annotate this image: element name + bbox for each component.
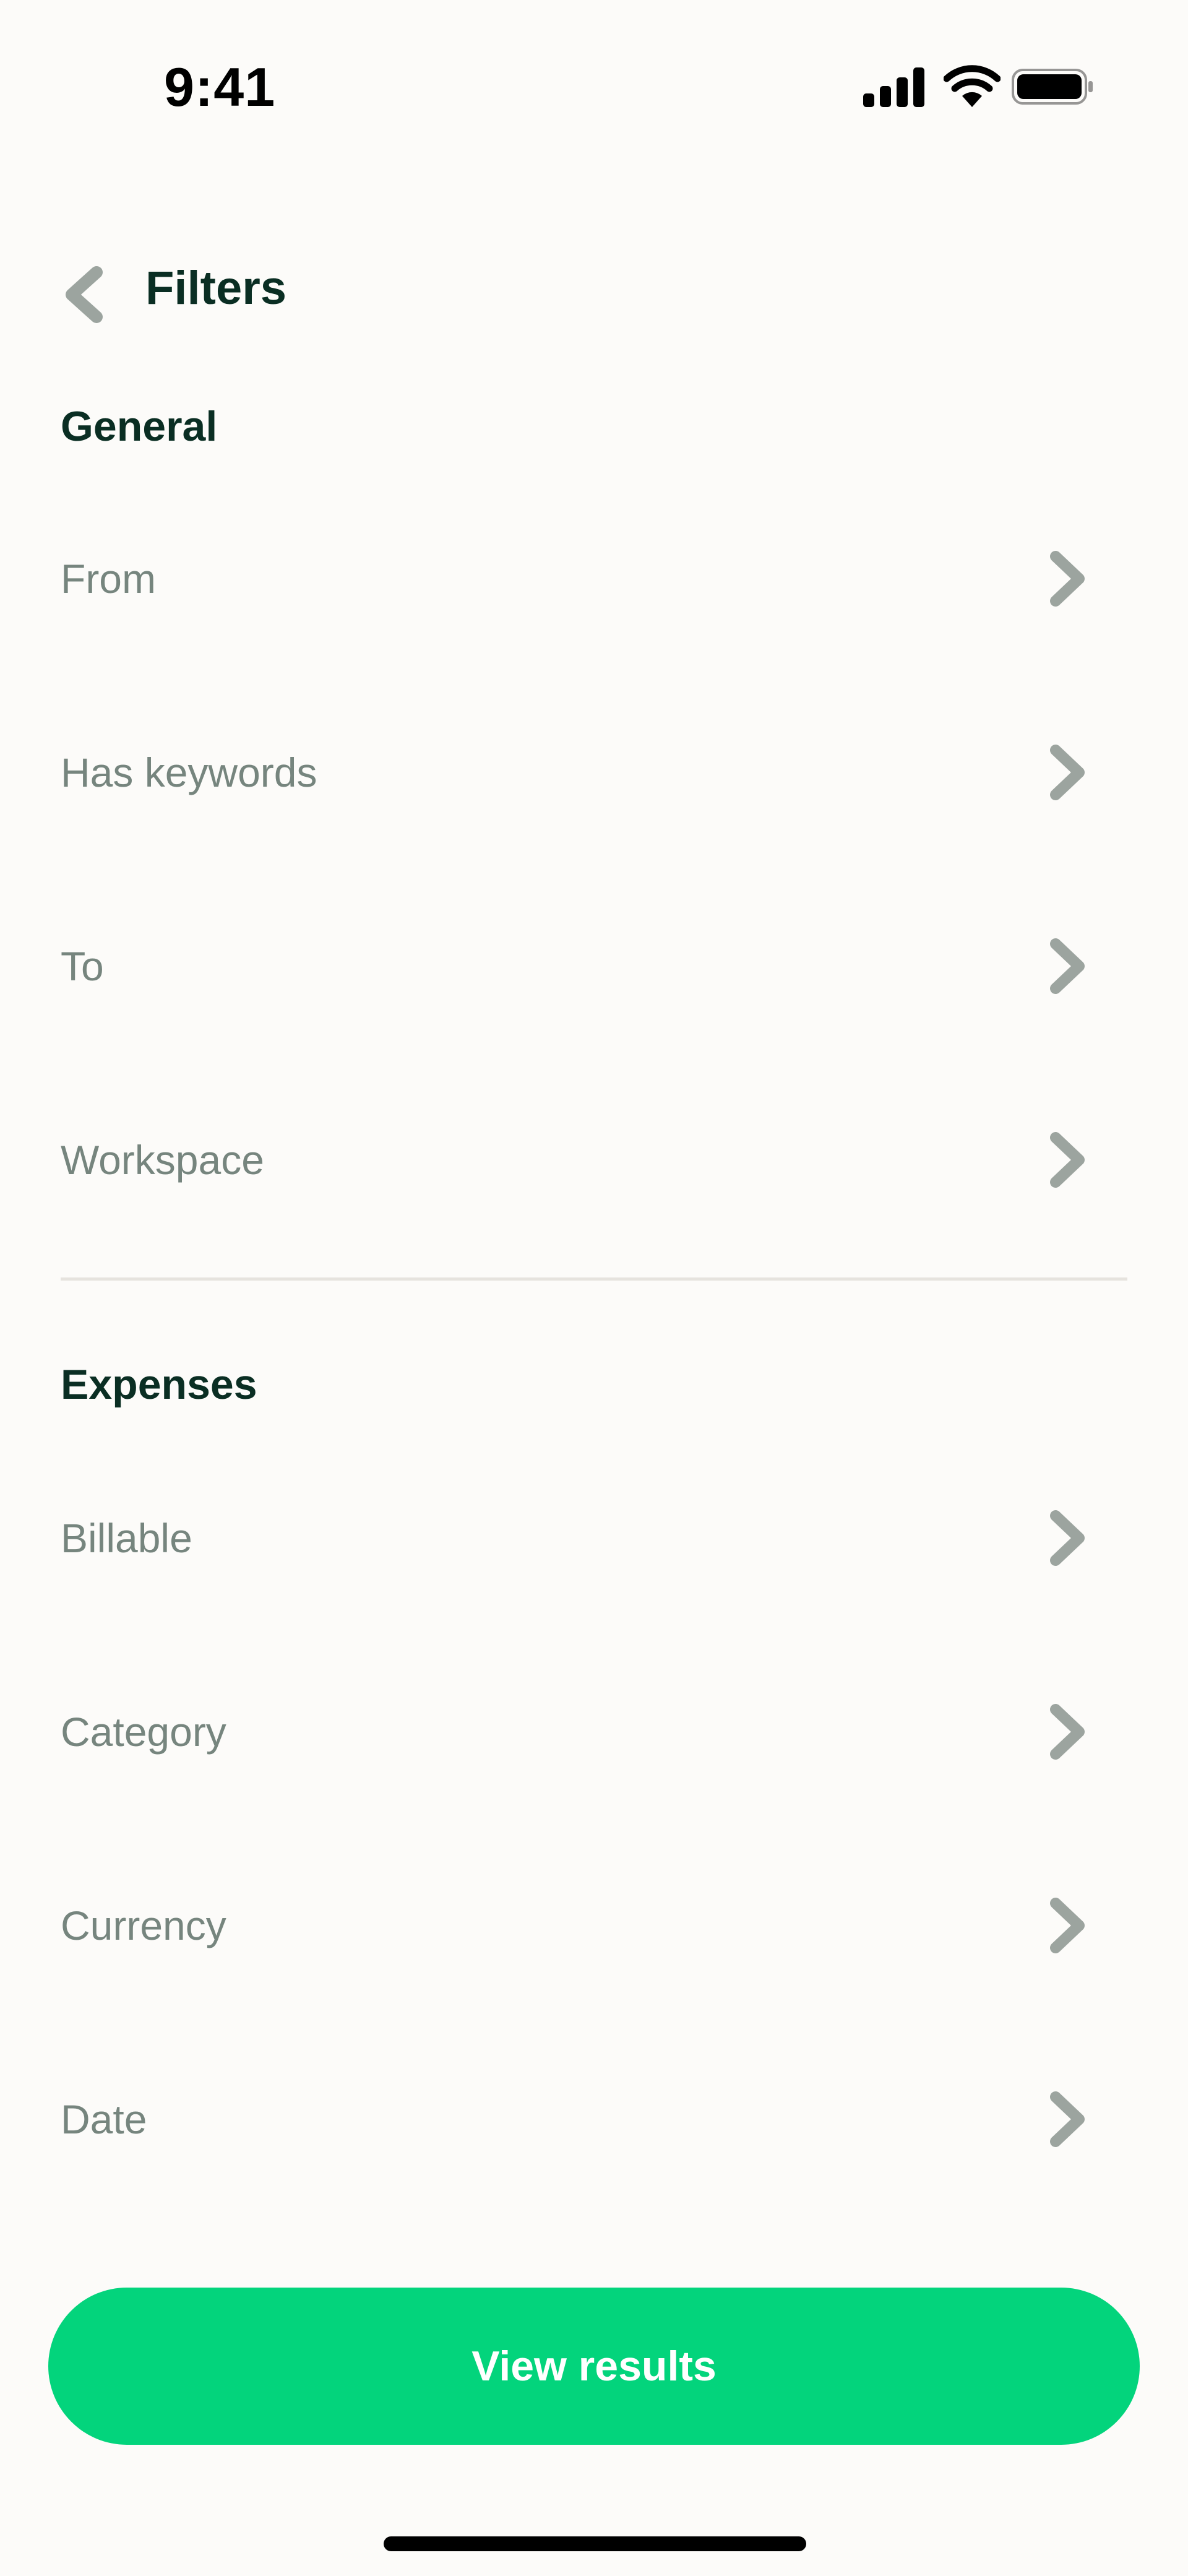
filter-row-currency[interactable]: Currency [0, 1829, 1188, 2022]
chevron-right-icon [1050, 1898, 1085, 1953]
status-time: 9:41 [164, 56, 276, 118]
filter-label: To [61, 943, 104, 989]
chevron-right-icon [1050, 1510, 1085, 1566]
signal-icon [863, 67, 924, 107]
wifi-icon [944, 65, 1001, 107]
filter-row-to[interactable]: To [0, 870, 1188, 1063]
filter-label: Has keywords [61, 750, 317, 795]
view-results-label: View results [471, 2343, 717, 2390]
view-results-button[interactable]: View results [48, 2288, 1140, 2445]
filter-row-from[interactable]: From [0, 482, 1188, 675]
chevron-right-icon [1050, 1704, 1085, 1760]
filter-row-date[interactable]: Date [0, 2023, 1188, 2216]
filter-label: Billable [61, 1515, 192, 1561]
back-button[interactable] [56, 260, 111, 328]
chevron-right-icon [1050, 745, 1085, 800]
filter-row-has-keywords[interactable]: Has keywords [0, 676, 1188, 869]
section-heading-expenses: Expenses [61, 1361, 257, 1408]
home-indicator [384, 2536, 806, 2551]
filter-row-category[interactable]: Category [0, 1635, 1188, 1828]
battery-icon [1012, 69, 1093, 105]
filter-label: Currency [61, 1903, 226, 1948]
filter-label: From [61, 556, 156, 602]
chevron-right-icon [1050, 551, 1085, 607]
page-title: Filters [145, 262, 287, 314]
section-divider [61, 1277, 1127, 1281]
filter-label: Workspace [61, 1137, 264, 1183]
filter-row-billable[interactable]: Billable [0, 1441, 1188, 1635]
status-bar: 9:41 [0, 0, 1188, 173]
section-heading-general: General [61, 403, 218, 450]
header: Filters [0, 248, 1188, 334]
filter-label: Date [61, 2096, 147, 2142]
chevron-left-icon [66, 266, 103, 323]
chevron-right-icon [1050, 938, 1085, 994]
chevron-right-icon [1050, 2091, 1085, 2147]
filter-row-workspace[interactable]: Workspace [0, 1063, 1188, 1256]
filter-label: Category [61, 1709, 226, 1755]
chevron-right-icon [1050, 1132, 1085, 1188]
